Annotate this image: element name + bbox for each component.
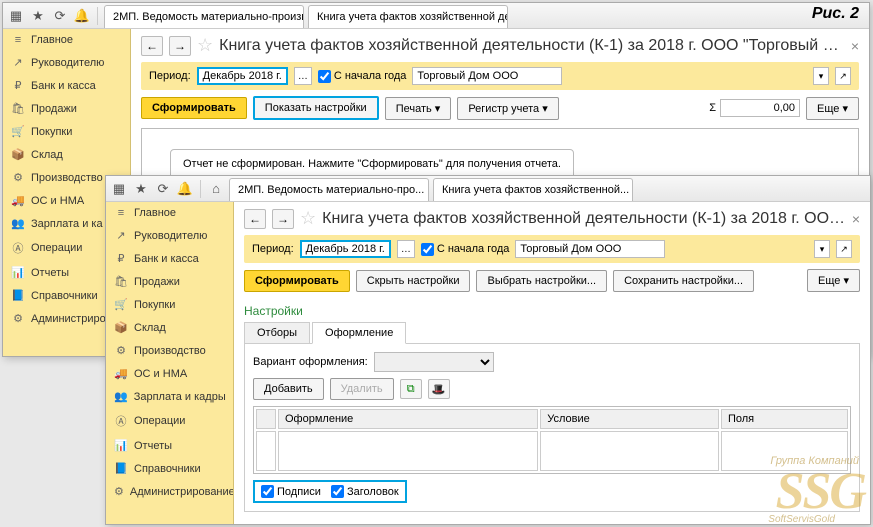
sidebar-item[interactable]: ⚙Администрирование [106, 480, 233, 503]
tab-filters[interactable]: Отборы [244, 322, 310, 343]
header-checkbox[interactable]: Заголовок [331, 485, 399, 498]
star-icon[interactable]: ★ [132, 180, 150, 198]
sidebar-item[interactable]: 📊Отчеты [106, 434, 233, 457]
toolbar: Сформировать Скрыть настройки Выбрать на… [244, 269, 860, 292]
save-settings-button[interactable]: Сохранить настройки... [613, 270, 754, 292]
sidebar-item[interactable]: ≡Главное [106, 202, 233, 224]
back-button[interactable]: ← [141, 36, 163, 56]
org-input[interactable]: Торговый Дом ООО [515, 240, 665, 258]
open-button[interactable]: ↗ [835, 67, 851, 85]
dropdown-icon[interactable]: ▾ [813, 67, 829, 85]
col-design: Оформление [278, 409, 538, 429]
table-row[interactable] [256, 431, 848, 471]
sidebar-item[interactable]: ⚙Производство [106, 339, 233, 362]
period-input[interactable]: Декабрь 2018 г. [300, 240, 391, 258]
close-icon[interactable]: × [428, 183, 429, 197]
bell-icon[interactable]: 🔔 [176, 180, 194, 198]
apps-icon[interactable]: ▦ [7, 7, 25, 25]
window-2: ▦ ★ ⟳ 🔔 ⌂ 2МП. Ведомость материально-про… [105, 175, 871, 525]
more-button[interactable]: Еще ▾ [807, 269, 860, 292]
sidebar-item[interactable]: ↗Руководителю [3, 51, 130, 74]
sidebar-item[interactable]: 👥Зарплата и кадры [106, 385, 233, 408]
sum-input[interactable] [720, 99, 800, 117]
tab-3[interactable]: 2МП. Ведомость материально-про...× [229, 178, 429, 201]
figure-label: Рис. 2 [812, 5, 859, 23]
period-picker[interactable]: … [397, 240, 415, 258]
org-input[interactable]: Торговый Дом ООО [412, 67, 562, 85]
more-button[interactable]: Еще ▾ [806, 97, 859, 120]
period-input[interactable]: Декабрь 2018 г. [197, 67, 288, 85]
sidebar-item[interactable]: ≡Главное [3, 29, 130, 51]
star-icon[interactable]: ★ [29, 7, 47, 25]
sidebar-item[interactable]: 🛒Покупки [106, 293, 233, 316]
close-icon[interactable]: × [852, 211, 860, 227]
sidebar-item[interactable]: 📘Справочники [106, 457, 233, 480]
history-icon[interactable]: ⟳ [154, 180, 172, 198]
footer-checks: Подписи Заголовок [253, 480, 407, 503]
sidebar-item[interactable]: ↗Руководителю [106, 224, 233, 247]
from-start-checkbox[interactable]: С начала года [421, 243, 510, 256]
favorite-icon[interactable]: ☆ [197, 35, 213, 56]
sidebar-item[interactable]: ₽Банк и касса [3, 74, 130, 97]
tab-1[interactable]: 2МП. Ведомость материально-произво...× [104, 5, 304, 28]
delete-button[interactable]: Удалить [330, 378, 394, 400]
tab-2[interactable]: Книга учета фактов хозяйственной дея...× [308, 5, 508, 28]
sidebar-item[interactable]: 🚚ОС и НМА [106, 362, 233, 385]
sidebar-item[interactable]: 🛍Продажи [3, 97, 130, 120]
toolbar: Сформировать Показать настройки Печать ▾… [141, 96, 859, 120]
bell-icon[interactable]: 🔔 [73, 7, 91, 25]
filter-bar: Период: Декабрь 2018 г. … С начала года … [244, 235, 860, 263]
close-icon[interactable]: × [851, 38, 859, 54]
add-button[interactable]: Добавить [253, 378, 324, 400]
period-picker[interactable]: … [294, 67, 312, 85]
filter-bar: Период: Декабрь 2018 г. … С начала года … [141, 62, 859, 90]
history-icon[interactable]: ⟳ [51, 7, 69, 25]
show-settings-button[interactable]: Показать настройки [253, 96, 379, 120]
sidebar-item[interactable]: ⒶОперации [106, 408, 233, 434]
from-start-checkbox[interactable]: С начала года [318, 70, 407, 83]
variant-select[interactable] [374, 352, 494, 372]
sidebar-item[interactable]: 🛒Покупки [3, 120, 130, 143]
forward-button[interactable]: → [272, 209, 294, 229]
choose-settings-button[interactable]: Выбрать настройки... [476, 270, 607, 292]
sidebar-item[interactable]: 📦Склад [3, 143, 130, 166]
sidebar-item[interactable]: 🛍Продажи [106, 270, 233, 293]
page-title: Книга учета фактов хозяйственной деятель… [219, 37, 845, 55]
sum-icon: Σ [709, 102, 716, 114]
favorite-icon[interactable]: ☆ [300, 208, 316, 229]
back-button[interactable]: ← [244, 209, 266, 229]
form-button[interactable]: Сформировать [141, 97, 247, 119]
page-title: Книга учета фактов хозяйственной деятель… [322, 210, 846, 228]
col-condition: Условие [540, 409, 719, 429]
form-button[interactable]: Сформировать [244, 270, 350, 292]
open-button[interactable]: ↗ [836, 240, 852, 258]
tab-4[interactable]: Книга учета фактов хозяйственной...× [433, 178, 633, 201]
content-2: ← → ☆ Книга учета фактов хозяйственной д… [234, 202, 870, 524]
sidebar-item[interactable]: 📦Склад [106, 316, 233, 339]
settings-title: Настройки [244, 300, 860, 322]
sidebar-item[interactable]: ₽Банк и касса [106, 247, 233, 270]
settings-body: Вариант оформления: Добавить Удалить ⧉ 🎩… [244, 344, 860, 512]
wizard-icon[interactable]: 🎩 [428, 379, 450, 399]
settings-tabs: Отборы Оформление [244, 322, 860, 344]
register-button[interactable]: Регистр учета ▾ [457, 97, 558, 120]
apps-icon[interactable]: ▦ [110, 180, 128, 198]
dropdown-icon[interactable]: ▾ [814, 240, 830, 258]
titlebar-1: ▦ ★ ⟳ 🔔 2МП. Ведомость материально-произ… [3, 3, 869, 29]
settings-grid: Оформление Условие Поля [253, 406, 851, 474]
home-icon[interactable]: ⌂ [207, 180, 225, 198]
copy-icon[interactable]: ⧉ [400, 379, 422, 399]
titlebar-2: ▦ ★ ⟳ 🔔 ⌂ 2МП. Ведомость материально-про… [106, 176, 870, 202]
sidebar-2: ≡Главное ↗Руководителю ₽Банк и касса 🛍Пр… [106, 202, 234, 524]
print-button[interactable]: Печать ▾ [385, 97, 452, 120]
tab-design[interactable]: Оформление [312, 322, 406, 344]
signatures-checkbox[interactable]: Подписи [261, 485, 321, 498]
col-fields: Поля [721, 409, 848, 429]
hide-settings-button[interactable]: Скрыть настройки [356, 270, 471, 292]
forward-button[interactable]: → [169, 36, 191, 56]
